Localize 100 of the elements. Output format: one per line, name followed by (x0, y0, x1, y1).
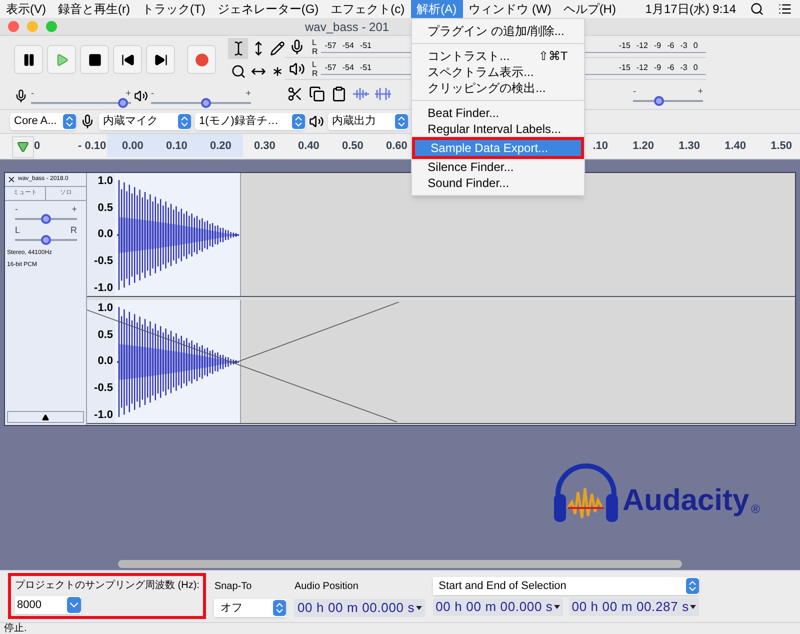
stepper-arrows-icon (178, 114, 191, 129)
triangle-icon (42, 414, 49, 420)
sample-rate-combo[interactable]: 8000 (15, 596, 81, 614)
channel-label: R (312, 46, 318, 56)
caret-icon[interactable] (690, 605, 696, 609)
scale-label: -15 (618, 40, 630, 52)
horizontal-scrollbar[interactable] (118, 560, 682, 568)
logo-text: Audacity (622, 484, 750, 518)
channel-label: R (312, 68, 318, 78)
list-icon[interactable] (778, 2, 792, 16)
menu-item[interactable]: ヘルプ(H) (557, 0, 622, 18)
audio-position-label: Audio Position (294, 580, 360, 594)
scale-label: -6 (667, 62, 674, 74)
menu-option[interactable]: Regular Interval Labels... (412, 121, 584, 137)
skip-start-button[interactable] (113, 45, 142, 74)
selection-tool-icon[interactable] (228, 38, 249, 59)
close-icon[interactable] (7, 175, 16, 184)
scale-label: -0.5 (94, 380, 113, 396)
slider-thumb[interactable] (41, 214, 51, 224)
slider-max-label: + (126, 88, 131, 98)
scale-label: 1.0 (98, 174, 113, 189)
scale-label: 0.5 (98, 328, 113, 343)
logo-mark: ® (751, 501, 760, 518)
scale-label: 0.0 (98, 354, 113, 370)
pause-button[interactable] (14, 45, 43, 74)
slider-thumb[interactable] (41, 235, 51, 245)
tick-label: 1.30 (678, 139, 700, 154)
slider-max-label: + (698, 86, 703, 96)
device-select[interactable]: Core A... (10, 113, 76, 130)
scale-label: 0.0 (98, 227, 113, 242)
speaker-icon[interactable] (289, 60, 305, 76)
channel-label: L (312, 38, 318, 46)
play-icon (54, 52, 68, 67)
menu-option[interactable]: コントラスト... ⇧⌘T (412, 48, 584, 64)
scale-label: -54 (342, 62, 354, 74)
scale-label: -12 (636, 62, 648, 74)
copy-icon[interactable] (307, 84, 327, 104)
menu-option[interactable]: Beat Finder... (412, 105, 584, 121)
scale-label: 0 (693, 40, 698, 52)
selection-end-time[interactable]: 00 h 00 m 00.287 s (568, 598, 699, 616)
silence-icon[interactable] (373, 87, 393, 101)
audio-position-time[interactable]: 00 h 00 m 00.000 s (294, 599, 425, 617)
play-marker-button[interactable] (12, 136, 34, 158)
snap-to-select[interactable]: オフ (214, 599, 286, 617)
menu-option[interactable]: スペクトラム表示... (412, 64, 584, 80)
speaker-icon (134, 89, 148, 104)
scale-label: -3 (680, 62, 688, 74)
stepper-arrows-icon (63, 114, 76, 129)
device-select[interactable]: 内蔵出力 (328, 113, 408, 130)
menu-item[interactable]: 録音と再生(r) (52, 0, 136, 18)
scale-label: -1.0 (94, 408, 113, 422)
chevron-down-icon (67, 597, 81, 613)
slider-max-label: + (246, 88, 251, 98)
menu-option[interactable]: Silence Finder... (412, 159, 584, 175)
menu-item[interactable]: エフェクト(c) (324, 0, 411, 18)
search-icon[interactable] (750, 2, 764, 16)
record-icon (194, 52, 208, 67)
slider-thumb[interactable] (118, 98, 128, 108)
scale-label: -9 (654, 62, 662, 74)
scale-label: -0.5 (94, 254, 113, 269)
tick-label: 0.10 (166, 139, 188, 154)
scale-label: -57 (324, 40, 336, 52)
menu-item[interactable]: ジェネレーター(G) (211, 0, 325, 18)
slider-thumb[interactable] (200, 98, 210, 108)
scale-label: -6 (667, 40, 674, 52)
device-select[interactable]: 1(モノ)録音チ… (195, 113, 305, 130)
selection-mode-select[interactable]: Start and End of Selection (432, 577, 699, 595)
stop-button[interactable] (80, 45, 109, 74)
menu-option[interactable]: Sound Finder... (412, 175, 584, 191)
selection-start-time[interactable]: 00 h 00 m 00.000 s (432, 598, 563, 616)
menu-option[interactable]: Sample Data Export... (412, 137, 584, 159)
stepper-arrows-icon (292, 114, 305, 129)
window-title: wav_bass - 201 (305, 18, 390, 36)
scale-label: -54 (342, 40, 354, 52)
collapse-button[interactable] (7, 411, 84, 423)
snap-to-label: Snap-To (214, 580, 253, 594)
slider-min-label: - (151, 88, 154, 98)
scale-label: -9 (654, 40, 662, 52)
menu-item[interactable]: 解析(A) (410, 0, 463, 18)
channel-label: L (312, 60, 318, 68)
menu-item[interactable]: ウィンドウ (W) (462, 0, 558, 18)
menu-item[interactable]: トラック(T) (136, 0, 212, 18)
tick-label: 0.50 (342, 139, 364, 154)
menu-option[interactable]: クリッピングの検出... (412, 80, 584, 96)
caret-icon[interactable] (416, 606, 422, 610)
device-select[interactable]: 内蔵マイク (99, 113, 191, 130)
status-text: 停止. (4, 624, 27, 634)
scale-label: -3 (680, 40, 688, 52)
record-button[interactable] (187, 45, 216, 74)
caret-icon[interactable] (554, 605, 560, 609)
menu-option[interactable]: プラグイン の追加/削除... (412, 23, 584, 39)
skip-end-button[interactable] (146, 45, 175, 74)
microphone-icon[interactable] (289, 38, 305, 54)
menu-item[interactable]: 表示(V) (0, 0, 52, 18)
stepper-arrows-icon (395, 114, 408, 129)
pause-icon (22, 52, 36, 67)
tick-label: 1.40 (724, 139, 746, 154)
scale-label: -51 (360, 40, 372, 52)
slider-min-label: - (633, 86, 636, 96)
slider-thumb[interactable] (654, 96, 664, 106)
